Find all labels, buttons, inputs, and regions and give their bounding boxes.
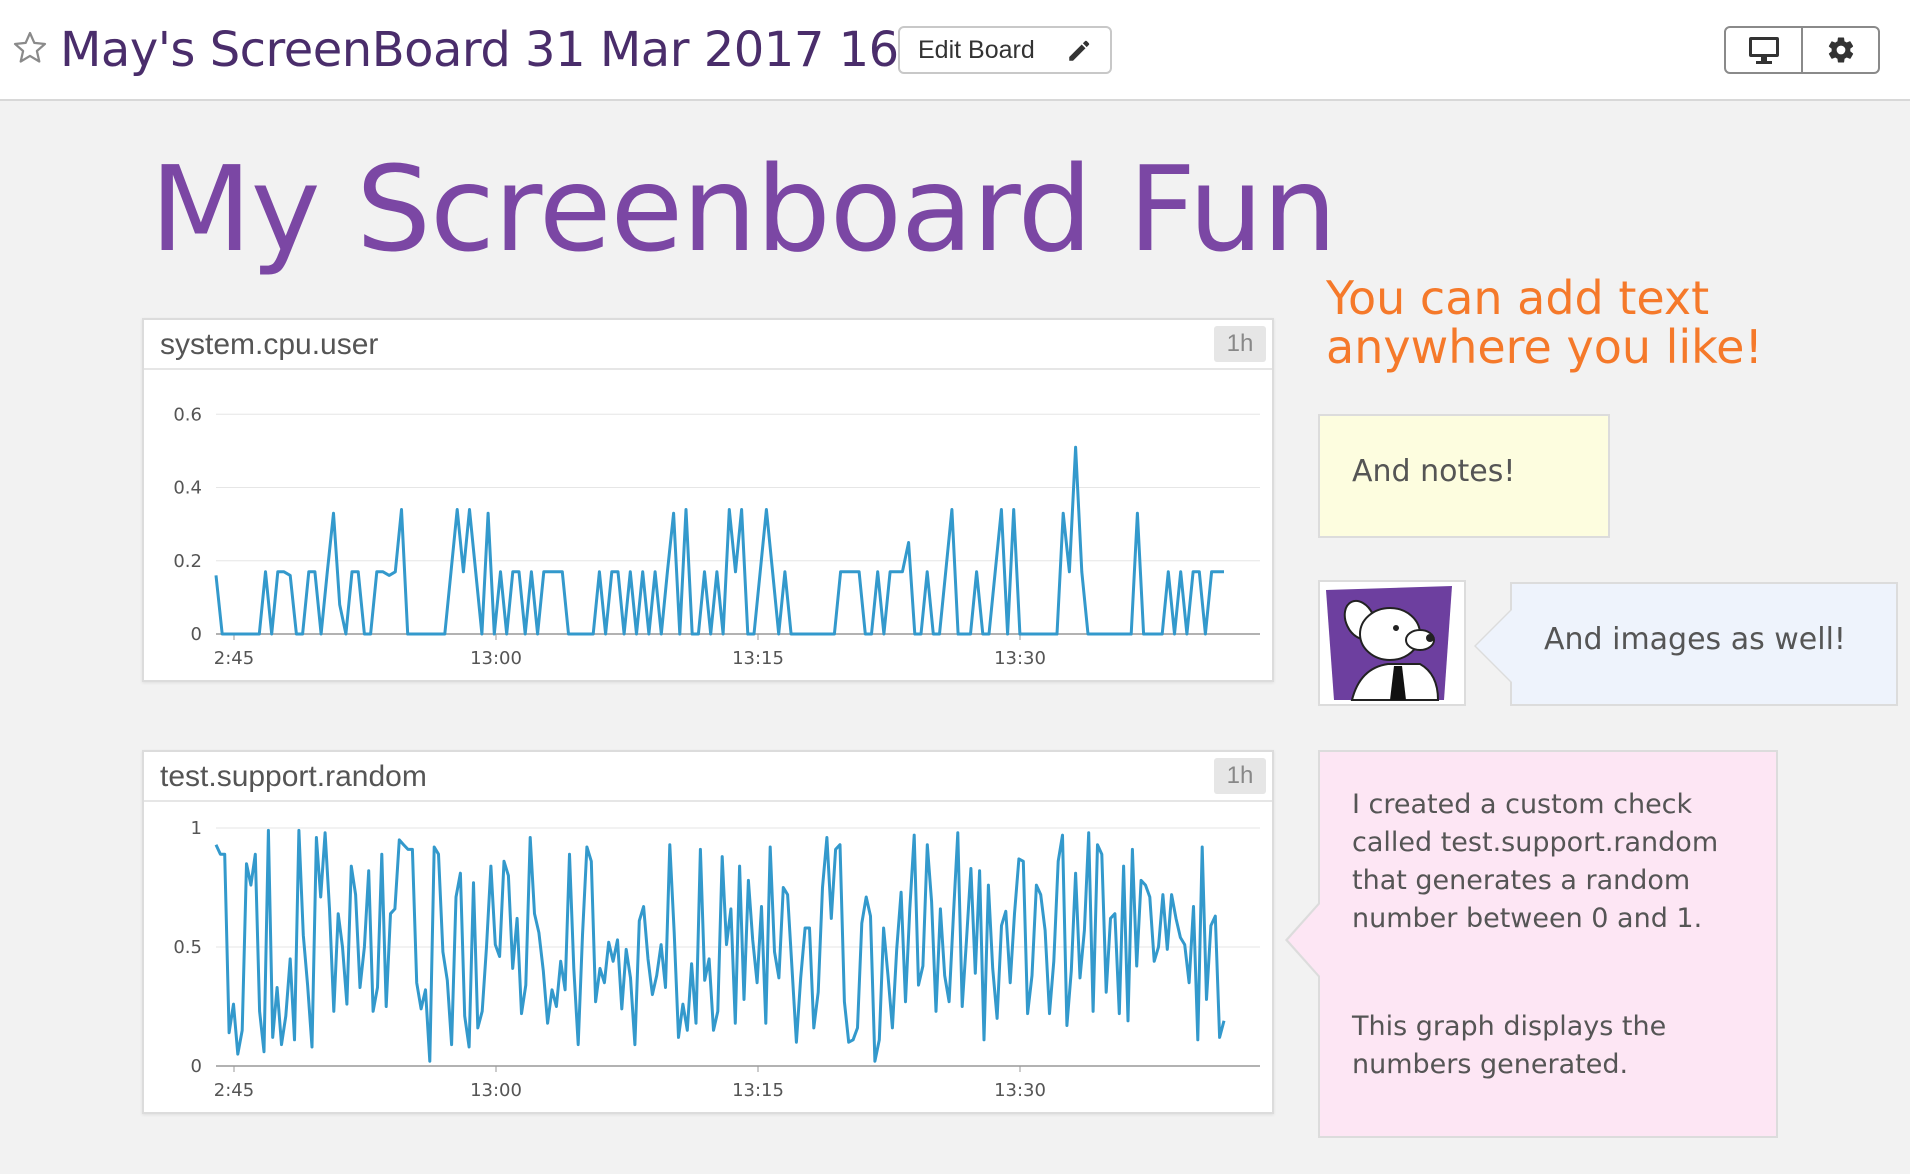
widget-title: system.cpu.user xyxy=(144,320,1272,370)
gear-icon xyxy=(1828,37,1853,63)
settings-button[interactable] xyxy=(1801,28,1878,72)
note-paragraph: This graph displays the numbers generate… xyxy=(1352,1011,1667,1080)
edit-board-label: Edit Board xyxy=(918,35,1035,64)
x-tick-label: 13:00 xyxy=(470,1080,522,1101)
x-tick-label: 13:00 xyxy=(470,648,522,669)
image-widget[interactable] xyxy=(1318,580,1466,706)
free-text-widget: You can add text anywhere you like! xyxy=(1326,271,1763,374)
edit-board-button[interactable]: Edit Board xyxy=(898,26,1112,74)
x-tick-label: 13:30 xyxy=(994,648,1046,669)
timeseries-widget-cpu[interactable]: system.cpu.user 1h 0 0.2 0.4 0.6 2:45 13:00 13… xyxy=(142,318,1274,682)
monitor-icon xyxy=(1748,37,1779,64)
y-tick-label: 0.5 xyxy=(173,937,202,958)
timeframe-badge: 1h xyxy=(1214,326,1266,362)
y-tick-label: 0.6 xyxy=(173,404,202,425)
y-tick-label: 1 xyxy=(191,818,202,839)
star-icon[interactable] xyxy=(12,30,48,66)
pencil-icon xyxy=(1069,40,1090,61)
x-tick-label: 13:15 xyxy=(732,648,784,669)
x-tick-label: 2:45 xyxy=(214,1080,254,1101)
cpu-line-chart: 0 0.2 0.4 0.6 2:45 13:00 13:15 13:30 xyxy=(173,404,1260,669)
note-widget-blue[interactable]: And images as well! xyxy=(1474,582,1898,706)
note-widget-pink[interactable]: I created a custom check called test.sup… xyxy=(1285,750,1778,1138)
y-tick-label: 0 xyxy=(191,624,202,645)
timeseries-widget-random[interactable]: test.support.random 1h 0 0.5 1 2:45 13:00 13:… xyxy=(142,750,1274,1114)
timeframe-badge: 1h xyxy=(1214,758,1266,794)
note-text: And images as well! xyxy=(1544,622,1846,657)
dog-mascot-image xyxy=(1326,586,1452,701)
note-text: And notes! xyxy=(1352,454,1516,489)
tv-mode-button[interactable] xyxy=(1726,28,1801,72)
y-tick-label: 0.2 xyxy=(173,551,202,572)
board-title: May's ScreenBoard 31 Mar 2017 16:29 xyxy=(60,22,975,78)
y-tick-label: 0.4 xyxy=(173,478,202,499)
x-tick-label: 13:15 xyxy=(732,1080,784,1101)
screenboard-title: My Screenboard Fun xyxy=(150,140,1337,278)
x-tick-label: 13:30 xyxy=(994,1080,1046,1101)
top-bar: May's ScreenBoard 31 Mar 2017 16:29 Edit… xyxy=(0,0,1910,101)
x-tick-label: 2:45 xyxy=(214,648,254,669)
y-tick-label: 0 xyxy=(191,1056,202,1077)
widget-title: test.support.random xyxy=(144,752,1272,802)
note-paragraph: I created a custom check called test.sup… xyxy=(1352,789,1719,934)
note-widget-yellow[interactable]: And notes! xyxy=(1318,414,1610,538)
series-line xyxy=(214,828,1226,1063)
view-controls xyxy=(1724,26,1880,74)
random-line-chart: 0 0.5 1 2:45 13:00 13:15 13:30 xyxy=(173,818,1260,1101)
series-line xyxy=(214,445,1224,636)
